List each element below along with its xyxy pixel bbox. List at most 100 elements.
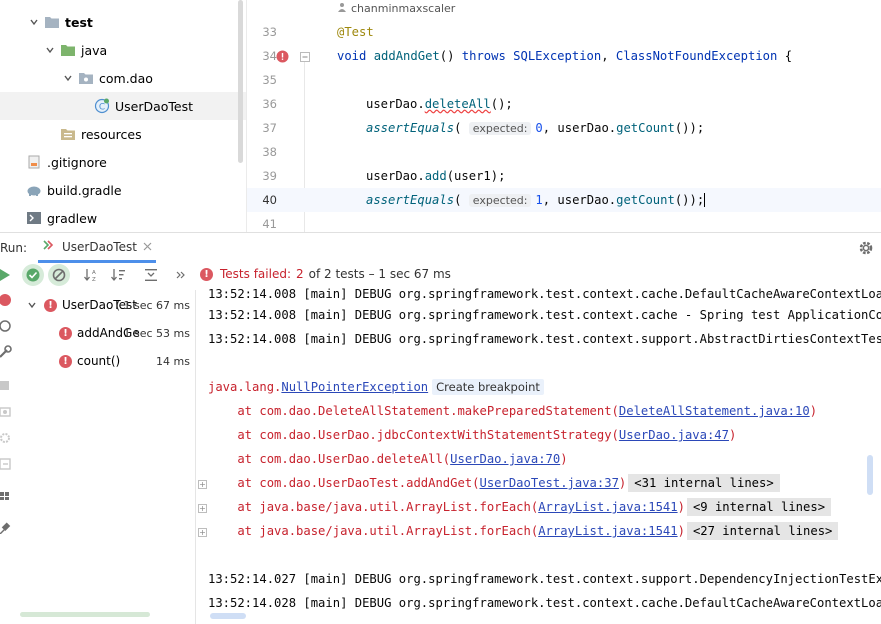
stack-frame-text: ) <box>677 524 685 538</box>
tree-item-com-dao[interactable]: com.dao <box>0 64 246 92</box>
debug-icon[interactable] <box>0 318 14 334</box>
status-failed-label: Tests failed: <box>220 267 291 281</box>
stop-icon[interactable] <box>0 378 14 394</box>
exception-package: java.lang. <box>208 380 282 394</box>
resources-folder-icon <box>60 126 76 142</box>
tree-item-userdaotest[interactable]: C UserDaoTest <box>0 92 246 120</box>
stack-frame-text: at java.base/java.util.ArrayList.forEach… <box>208 500 539 514</box>
console-line: 13:52:14.008 [main] DEBUG org.springfram… <box>208 303 881 327</box>
more-chevron-icon[interactable] <box>174 264 188 286</box>
error-icon: ! <box>200 267 213 281</box>
line-number: 33 <box>262 25 277 39</box>
console-output[interactable]: 13:52:14.008 [main] DEBUG org.springfram… <box>197 288 881 624</box>
sort-alphabetically-icon[interactable]: AZ <box>80 264 102 286</box>
code-line[interactable]: 41 <box>247 212 881 232</box>
test-results-tree: ! UserDaoTest ( 1 sec 67 ms ! addAndGe 1… <box>14 290 196 624</box>
chevron-down-icon[interactable] <box>26 299 38 311</box>
layout-icon[interactable] <box>0 488 14 504</box>
log-text: 13:52:14.008 [main] DEBUG org.springfram… <box>208 308 881 322</box>
stack-trace-line: at java.base/java.util.ArrayList.forEach… <box>208 495 832 519</box>
tree-item-build-gradle[interactable]: build.gradle <box>0 176 246 204</box>
code-text: assertEquals( expected: 0, userDao.getCou… <box>366 121 704 135</box>
tree-scrollbar[interactable] <box>238 0 243 163</box>
close-icon[interactable] <box>143 240 152 254</box>
author-name: chanminmaxscaler <box>351 2 456 15</box>
code-line[interactable]: 39 userDao.add(user1); <box>247 164 881 188</box>
sort-by-duration-icon[interactable] <box>107 264 129 286</box>
console-horizontal-scrollbar[interactable] <box>210 613 246 619</box>
code-token: userDao. <box>366 97 425 111</box>
show-ignored-toggle[interactable] <box>48 264 70 286</box>
create-breakpoint-button[interactable]: Create breakpoint <box>432 379 544 395</box>
code-text: void addAndGet() throws SQLException, Cl… <box>337 49 792 63</box>
code-line[interactable]: 37 assertEquals( expected: 0, userDao.get… <box>247 116 881 140</box>
rerun-icon[interactable] <box>0 267 14 283</box>
tree-item-gitignore[interactable]: .gitignore <box>0 148 246 176</box>
log-text: 13:52:14.008 [main] DEBUG org.springfram… <box>208 332 881 346</box>
test-suite-row[interactable]: ! UserDaoTest ( 1 sec 67 ms <box>14 293 196 317</box>
test-duration: 14 ms <box>156 354 190 368</box>
code-token: { <box>784 49 793 63</box>
code-token: () <box>439 49 455 63</box>
static-call-token: assertEquals <box>366 192 455 207</box>
code-line-current[interactable]: 40 assertEquals( expected: 1, userDao.get… <box>247 188 881 212</box>
number-token: 0 <box>535 121 543 135</box>
wrench-icon[interactable] <box>0 344 14 360</box>
pin-icon[interactable] <box>0 520 14 536</box>
error-icon: ! <box>59 326 72 340</box>
line-number: 38 <box>262 145 277 159</box>
shell-script-icon <box>26 210 42 226</box>
source-link[interactable]: ArrayList.java:1541 <box>538 500 677 514</box>
exception-link[interactable]: NullPointerException <box>281 380 428 394</box>
expand-all-icon[interactable] <box>140 264 162 286</box>
show-passed-toggle[interactable] <box>22 264 44 286</box>
text-caret <box>704 193 706 208</box>
internal-lines-fold[interactable]: <31 internal lines> <box>628 474 780 492</box>
chevron-down-icon[interactable] <box>28 16 40 28</box>
test-case-label: count() <box>77 354 121 368</box>
source-link[interactable]: UserDao.java:70 <box>450 452 560 466</box>
code-editor[interactable]: chanminmaxscaler 33 @Test 34 void addAnd… <box>246 0 881 232</box>
parameter-hint: expected: <box>468 122 532 135</box>
code-line[interactable]: 33 @Test <box>247 20 881 44</box>
expand-fold-icon[interactable]: + <box>198 480 207 489</box>
code-line[interactable]: 38 <box>247 140 881 164</box>
expand-fold-icon[interactable]: + <box>198 528 207 537</box>
test-case-row[interactable]: ! addAndGe 1 sec 53 ms <box>14 321 196 345</box>
camera-icon[interactable] <box>0 404 14 420</box>
parameter-hint: expected: <box>468 193 532 207</box>
internal-lines-fold[interactable]: <9 internal lines> <box>686 498 832 516</box>
code-line[interactable]: 36 userDao.deleteAll(); <box>247 92 881 116</box>
rerun-failed-icon[interactable] <box>0 292 14 308</box>
tree-item-java[interactable]: java <box>0 36 246 64</box>
settings-cog-icon[interactable] <box>0 430 14 446</box>
tree-item-resources[interactable]: resources <box>0 120 246 148</box>
stack-trace-line: at com.dao.DeleteAllStatement.makePrepar… <box>208 399 817 423</box>
code-token: userDao. <box>366 169 425 183</box>
chevron-down-icon[interactable] <box>62 72 74 84</box>
log-text: 13:52:14.008 [main] DEBUG org.springfram… <box>208 288 881 301</box>
tree-item-gradlew[interactable]: gradlew <box>0 204 246 232</box>
console-scrollbar[interactable] <box>867 455 873 495</box>
source-link[interactable]: UserDaoTest.java:37 <box>480 476 619 490</box>
tree-item-test[interactable]: test <box>0 8 246 36</box>
source-link[interactable]: UserDao.java:47 <box>619 428 729 442</box>
source-link[interactable]: ArrayList.java:1541 <box>538 524 677 538</box>
code-line[interactable]: 34 void addAndGet() throws SQLException,… <box>247 44 881 68</box>
run-side-toolbar <box>0 262 14 624</box>
internal-lines-fold[interactable]: <27 internal lines> <box>686 522 839 540</box>
run-tab-userdaotest[interactable]: UserDaoTest <box>38 233 156 263</box>
annotation-token: @Test <box>337 25 374 39</box>
fold-marker-icon[interactable] <box>300 51 310 65</box>
gear-icon[interactable] <box>858 240 874 256</box>
test-case-row[interactable]: ! count() 14 ms <box>14 349 196 373</box>
expand-fold-icon[interactable]: + <box>198 504 207 513</box>
code-line[interactable]: 35 <box>247 68 881 92</box>
run-test-gutter-icon[interactable] <box>276 50 289 66</box>
svg-text:A: A <box>92 270 96 276</box>
chevron-down-icon[interactable] <box>44 44 56 56</box>
source-link[interactable]: DeleteAllStatement.java:10 <box>619 404 810 418</box>
test-tree-scrollbar[interactable] <box>20 612 150 617</box>
class-token: ClassNotFoundException <box>615 49 778 63</box>
import-icon[interactable] <box>0 456 14 472</box>
